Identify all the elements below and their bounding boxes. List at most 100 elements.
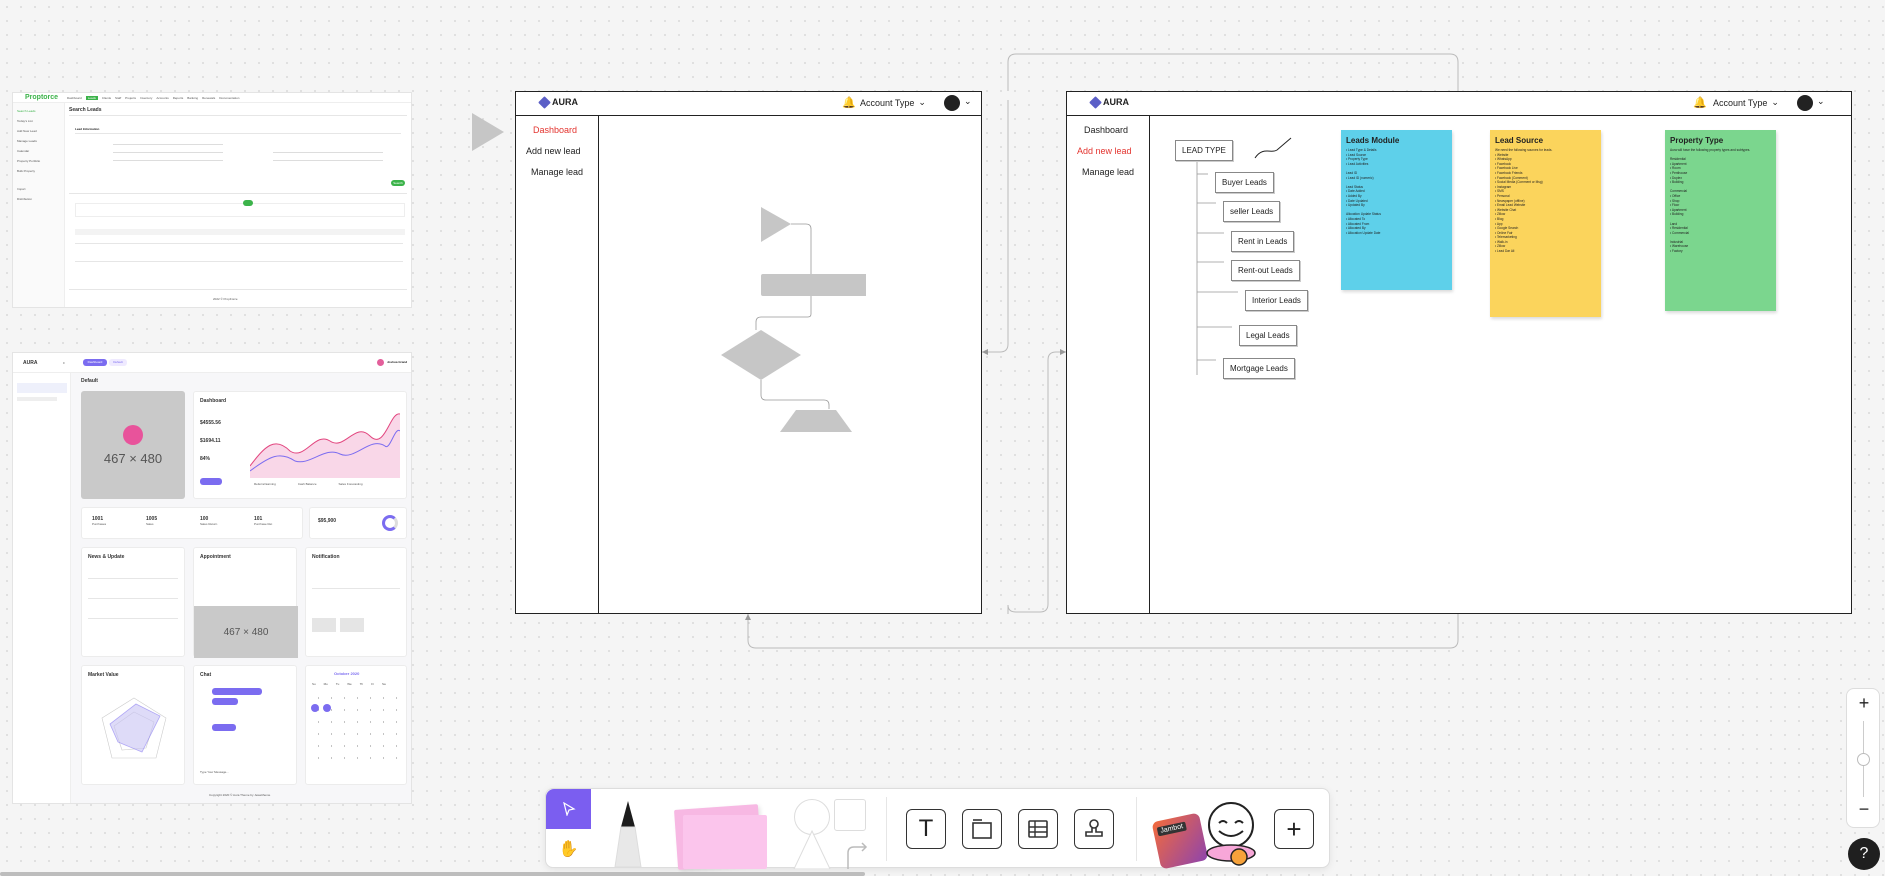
divider (88, 598, 178, 599)
ref-field[interactable] (273, 149, 383, 153)
square-shape-icon[interactable] (834, 799, 866, 831)
ref2-calendar-selected[interactable] (323, 704, 331, 712)
help-icon: ? (1859, 845, 1869, 862)
wireframe-logo-text: AURA (1103, 97, 1129, 107)
add-more-tools-button[interactable]: + (1274, 809, 1314, 849)
table-tool[interactable] (1018, 809, 1058, 849)
help-button[interactable]: ? (1848, 838, 1880, 870)
chevron-down-icon[interactable]: ⌄ (964, 96, 972, 107)
ref-tab: Inventory (140, 96, 153, 100)
select-tool[interactable] (546, 789, 591, 829)
horizontal-scrollbar[interactable] (0, 872, 865, 876)
lead-box-rent-out[interactable]: Rent-out Leads (1231, 260, 1300, 281)
chevron-down-icon[interactable]: ⌄ (1817, 96, 1825, 107)
ref-field[interactable] (113, 141, 223, 145)
ref2-card-title: Appointment (200, 554, 231, 560)
ref2-card-title: Chat (200, 672, 212, 678)
text-tool[interactable]: T (906, 809, 946, 849)
ref2-header-button[interactable]: Dashboard (83, 359, 107, 366)
ref2-calendar-grid[interactable] (312, 692, 402, 762)
stamp-tool[interactable] (1074, 809, 1114, 849)
ref2-value: $4555.56 (200, 420, 221, 426)
sticker-tool[interactable]: Jambot (1151, 812, 1209, 870)
ref2-chat-input[interactable]: Type Your Message... (200, 770, 229, 774)
ref2-sidebar-item[interactable] (17, 397, 57, 401)
reference-screenshot-dashboard[interactable]: AURA ≡ Dashboard Default Joshua Grand De… (12, 352, 412, 804)
ref-field[interactable] (273, 157, 383, 161)
ref-go-button[interactable] (243, 200, 253, 206)
ref2-page-title: Default (81, 378, 98, 384)
frame-tool[interactable] (962, 809, 1002, 849)
smiley-sticker-icon[interactable] (1201, 797, 1261, 867)
sticky-note-title: Property Type (1670, 136, 1724, 145)
account-type-dropdown[interactable]: Account Type ⌄ (1713, 97, 1779, 108)
sticky-note-lead-source[interactable]: Lead Source We need the following sources… (1490, 130, 1601, 317)
text-icon: T (919, 816, 933, 842)
lead-type-box[interactable]: LEAD TYPE (1175, 140, 1233, 161)
ref2-appointment-card: Appointment 467 × 480 (193, 547, 298, 658)
bell-icon[interactable]: 🔔 (842, 96, 856, 109)
ref2-avatar-circle (123, 424, 143, 445)
ref2-header-button[interactable]: Default (109, 359, 127, 366)
cursor-icon (562, 802, 576, 816)
ref-footer: 2022 © PropForce (213, 297, 238, 301)
legend-item: Sales Forecasting (338, 482, 363, 486)
hand-icon[interactable]: ✋ (546, 829, 591, 869)
bell-icon[interactable]: 🔔 (1693, 96, 1707, 109)
wireframe-sidebar: Dashboard Add new lead Manage lead (1067, 116, 1150, 613)
ref2-stat: 101 Purchase Ret (254, 516, 272, 526)
avatar[interactable] (1797, 95, 1813, 111)
avatar[interactable] (377, 359, 384, 366)
ref2-dashboard-button[interactable] (200, 478, 222, 485)
ref2-sidebar (13, 373, 71, 803)
ref2-value: $1694.11 (200, 438, 221, 444)
ref-sidebar-item: Manage Leads (17, 139, 37, 143)
lead-box-rent-in[interactable]: Rent in Leads (1231, 231, 1295, 252)
sticky-note-property-type[interactable]: Property Type Aura will have the followin… (1665, 130, 1776, 311)
account-type-dropdown[interactable]: Account Type ⌄ (860, 97, 926, 108)
nav-item-dashboard[interactable]: Dashboard (533, 125, 577, 135)
ref2-market-card: Market Value (81, 665, 185, 785)
chevron-down-icon: ⌄ (1771, 97, 1779, 107)
lead-box-interior[interactable]: Interior Leads (1245, 290, 1308, 311)
nav-item-dashboard[interactable]: Dashboard (1084, 125, 1128, 135)
lead-box-buyer[interactable]: Buyer Leads (1215, 172, 1274, 193)
sticky-note-leads-module[interactable]: Leads Module • Lead Type & Details • Lead … (1341, 130, 1452, 290)
zoom-slider-thumb[interactable] (1857, 753, 1870, 766)
ref2-total-card: $95,900 (309, 507, 407, 539)
shape-tool[interactable] (792, 829, 872, 869)
ref-tab: Documentation (219, 96, 240, 100)
nav-item-manage-lead[interactable]: Manage lead (531, 167, 583, 177)
ref2-news-card: News & Update (81, 547, 185, 657)
ref2-calendar-selected[interactable] (311, 704, 319, 712)
ref2-chat-bubble (212, 724, 236, 731)
ref-field[interactable] (113, 149, 223, 153)
ref2-calendar-month: October 2020 (334, 671, 360, 676)
hamburger-icon[interactable]: ≡ (63, 361, 65, 365)
sticky-note-title: Leads Module (1346, 136, 1400, 145)
legend-item: Cash Balance (297, 482, 317, 486)
ref2-stat-label: Sales (146, 522, 154, 526)
bottom-toolbar: ✋ T Jambot + (545, 788, 1330, 870)
wireframe-logo-text: AURA (552, 97, 578, 107)
lead-box-legal[interactable]: Legal Leads (1239, 325, 1297, 346)
ref2-sidebar-item-active[interactable] (17, 383, 67, 393)
reference-screenshot-leads[interactable]: Proptorce Dashboard Leads Clients Staff … (12, 92, 412, 308)
nav-item-add-new-lead[interactable]: Add new lead (526, 146, 581, 156)
nav-item-add-new-lead[interactable]: Add new lead (1077, 146, 1132, 156)
wireframe-frame-add-lead[interactable]: AURA 🔔 Account Type ⌄ ⌄ Dashboard Add ne… (1066, 91, 1852, 614)
zoom-out-button[interactable]: − (1847, 799, 1881, 820)
lead-box-seller[interactable]: seller Leads (1223, 201, 1281, 222)
ref-field[interactable] (113, 157, 223, 161)
nav-item-manage-lead[interactable]: Manage lead (1082, 167, 1134, 177)
ref-tab: Accounts (156, 96, 169, 100)
wireframe-frame-dashboard[interactable]: AURA 🔔 Account Type ⌄ ⌄ Dashboard Add ne… (515, 91, 982, 614)
avatar[interactable] (944, 95, 960, 111)
ref-search-button[interactable]: Search (391, 180, 405, 186)
play-icon[interactable] (470, 111, 506, 153)
zoom-in-button[interactable]: + (1847, 693, 1881, 714)
pen-icon[interactable] (611, 799, 645, 867)
lead-box-mortgage[interactable]: Mortgage Leads (1223, 358, 1295, 379)
ref-sidebar: Search Leads Today's List Add New Lead M… (13, 103, 65, 307)
divider (312, 588, 400, 589)
